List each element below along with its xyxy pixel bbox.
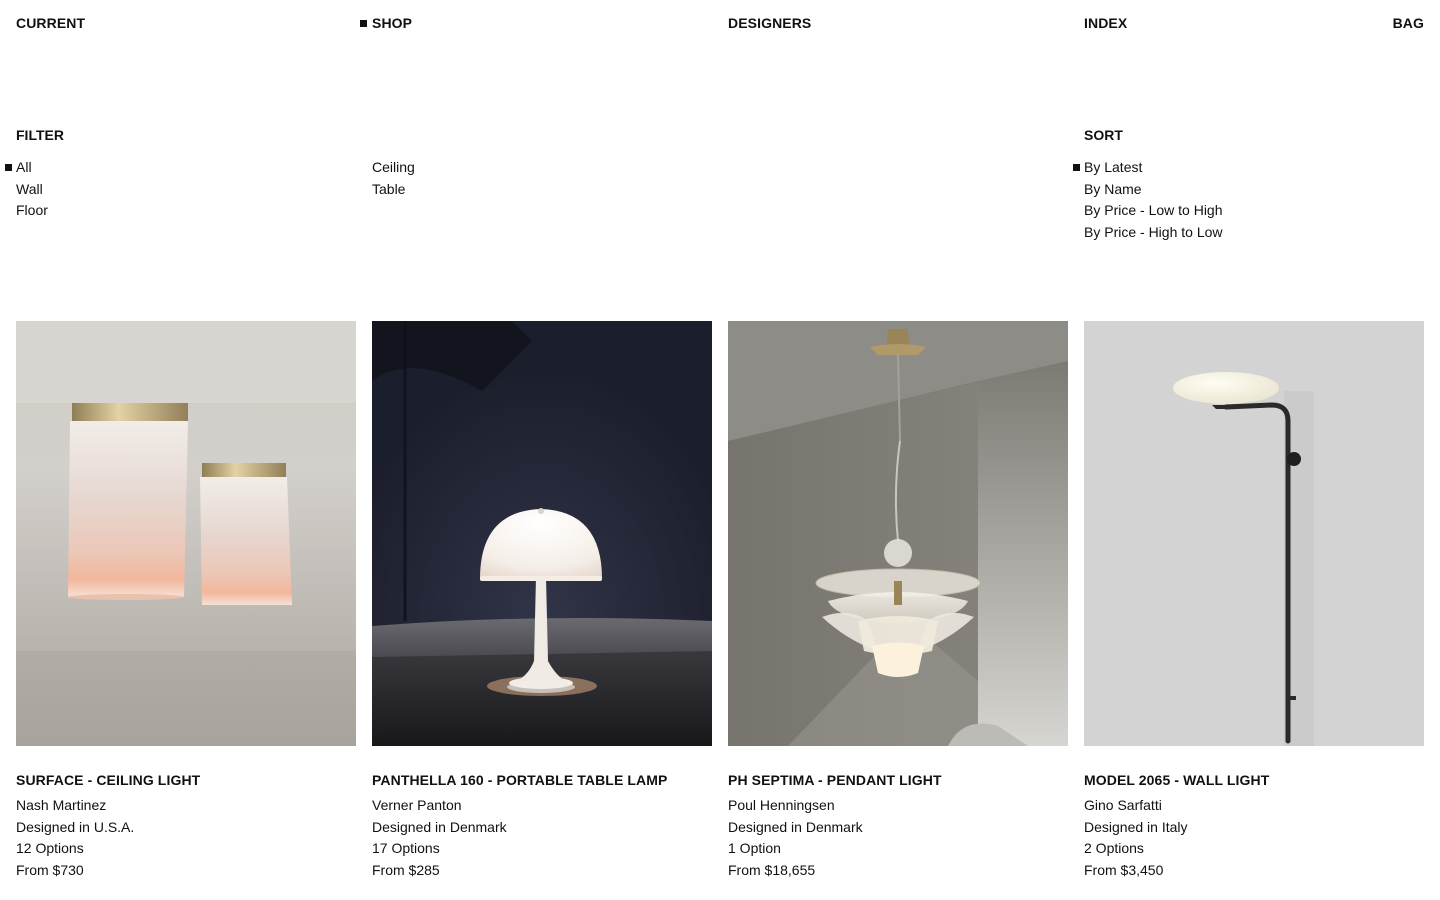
product-designer: Verner Panton <box>372 797 462 813</box>
selected-marker-icon <box>1073 164 1080 171</box>
product-image-table-lamp[interactable] <box>372 321 712 746</box>
product-options: 12 Options <box>16 840 84 856</box>
filter-option-all[interactable]: All <box>5 157 48 179</box>
product-price: From $285 <box>372 861 440 878</box>
sort-heading: SORT <box>1084 127 1123 143</box>
product-designer: Gino Sarfatti <box>1084 797 1162 813</box>
sort-option-name[interactable]: By Name <box>1084 179 1223 201</box>
product-designer: Nash Martinez <box>16 797 107 813</box>
filter-option-ceiling[interactable]: Ceiling <box>372 157 415 179</box>
product-title[interactable]: PH SEPTIMA - PENDANT LIGHT <box>728 771 1068 789</box>
filter-option-label: Table <box>372 180 406 197</box>
selected-marker-icon <box>5 164 12 171</box>
nav-shop-link[interactable]: SHOP <box>360 14 412 32</box>
filter-options: All Wall Floor <box>5 157 48 222</box>
product-title[interactable]: SURFACE - CEILING LIGHT <box>16 771 356 789</box>
nav-bag-link[interactable]: BAG <box>1393 14 1424 32</box>
product-price: From $730 <box>16 861 84 878</box>
product-image-ceiling-light[interactable] <box>16 321 356 746</box>
sort-option-price-desc[interactable]: By Price - High to Low <box>1084 222 1223 244</box>
filter-option-floor[interactable]: Floor <box>16 200 48 222</box>
sort-option-latest[interactable]: By Latest <box>1073 157 1223 179</box>
sort-option-price-asc[interactable]: By Price - Low to High <box>1084 200 1223 222</box>
product-price: From $3,450 <box>1084 861 1164 878</box>
nav-current-link[interactable]: CURRENT <box>16 14 85 32</box>
product-image-pendant-light[interactable] <box>728 321 1068 746</box>
product-price: From $18,655 <box>728 861 816 878</box>
product-options: 2 Options <box>1084 840 1144 856</box>
nav-designers-link[interactable]: DESIGNERS <box>728 14 811 32</box>
filter-option-label: Ceiling <box>372 159 415 175</box>
product-card[interactable]: PANTHELLA 160 - PORTABLE TABLE LAMP Vern… <box>372 321 712 881</box>
sort-option-label: By Name <box>1084 180 1142 197</box>
shop-page: CURRENT SHOP DESIGNERS INDEX BAG FILTER … <box>0 0 1440 900</box>
nav-index-link[interactable]: INDEX <box>1084 14 1127 32</box>
product-origin: Designed in Denmark <box>372 818 507 835</box>
nav-shop-label: SHOP <box>372 15 413 31</box>
filter-option-label: Wall <box>16 180 43 197</box>
product-options: 1 Option <box>728 840 781 856</box>
product-card[interactable]: SURFACE - CEILING LIGHT Nash Martinez De… <box>16 321 356 881</box>
product-title[interactable]: PANTHELLA 160 - PORTABLE TABLE LAMP <box>372 771 712 789</box>
filter-option-label: All <box>16 159 32 175</box>
sort-options: By Latest By Name By Price - Low to High… <box>1073 157 1223 244</box>
filter-option-wall[interactable]: Wall <box>16 179 48 201</box>
product-options: 17 Options <box>372 840 440 856</box>
filter-heading: FILTER <box>16 127 64 143</box>
product-designer: Poul Henningsen <box>728 797 835 813</box>
sort-option-label: By Price - High to Low <box>1084 223 1223 240</box>
product-origin: Designed in Italy <box>1084 818 1188 835</box>
product-origin: Designed in Denmark <box>728 818 863 835</box>
filter-option-label: Floor <box>16 202 48 218</box>
filter-option-table[interactable]: Table <box>372 179 415 201</box>
product-card[interactable]: MODEL 2065 - WALL LIGHT Gino Sarfatti De… <box>1084 321 1424 881</box>
sort-option-label: By Price - Low to High <box>1084 202 1223 218</box>
top-nav: CURRENT SHOP DESIGNERS INDEX BAG <box>0 14 1440 34</box>
product-image-wall-light[interactable] <box>1084 321 1424 746</box>
active-marker-icon <box>360 19 367 27</box>
filter-options-col2: Ceiling Table <box>372 157 415 200</box>
sort-option-label: By Latest <box>1084 159 1143 175</box>
product-card[interactable]: PH SEPTIMA - PENDANT LIGHT Poul Hennings… <box>728 321 1068 881</box>
product-origin: Designed in U.S.A. <box>16 818 135 835</box>
product-title[interactable]: MODEL 2065 - WALL LIGHT <box>1084 771 1424 789</box>
